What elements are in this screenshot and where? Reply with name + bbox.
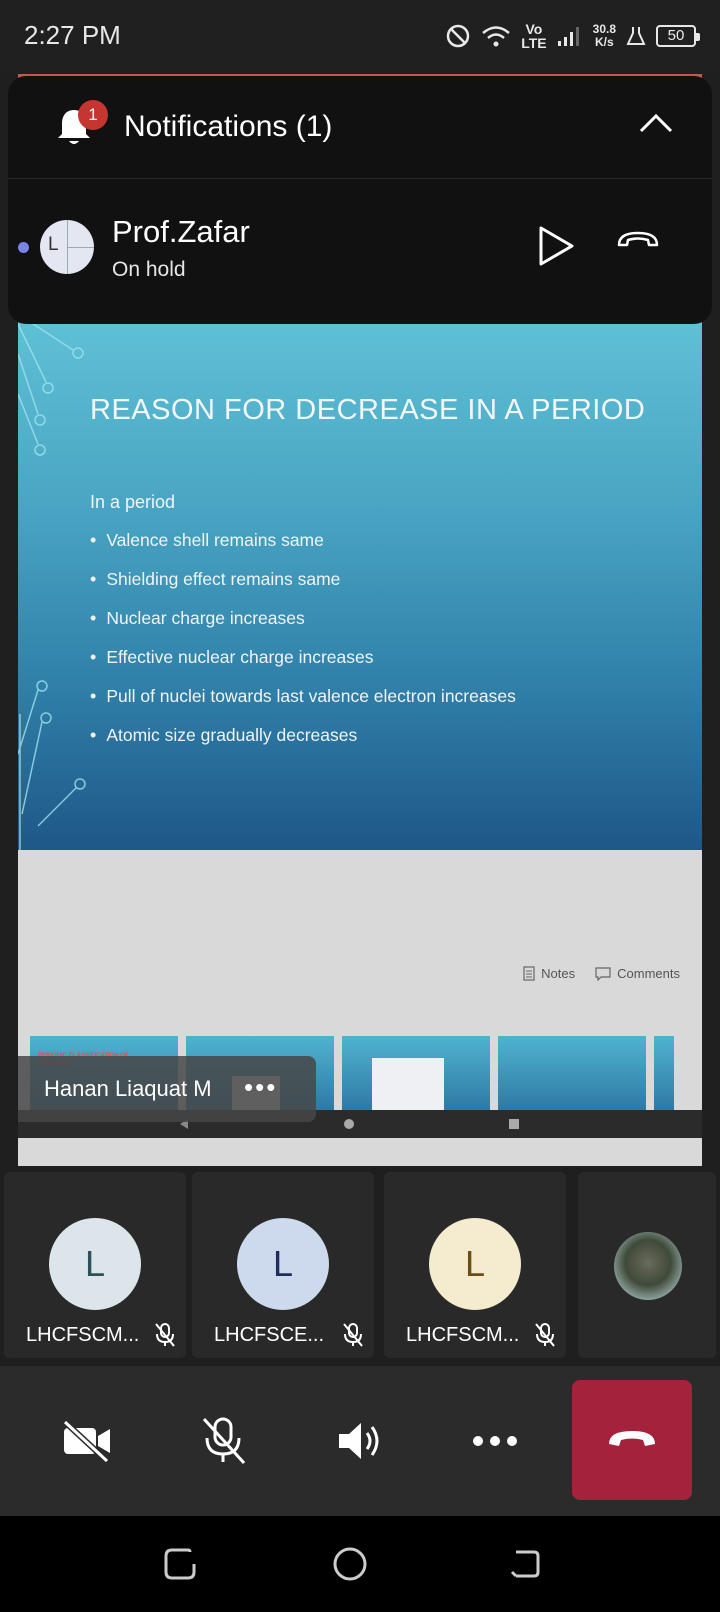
do-not-disturb-icon — [446, 24, 470, 48]
ppt-toolbar: Notes Comments — [523, 966, 680, 981]
home-circle-icon — [344, 1119, 354, 1129]
slide-bullet-list: Valence shell remains same Shielding eff… — [90, 530, 516, 764]
recent-apps-icon[interactable] — [160, 1544, 200, 1584]
flask-icon — [626, 27, 646, 45]
comments-label: Comments — [617, 966, 680, 981]
resume-call-play-icon[interactable] — [536, 224, 576, 268]
back-icon[interactable] — [504, 1544, 544, 1584]
held-call-name: Prof.Zafar — [112, 214, 250, 249]
participant-strip: L LHCFSCM... L LHCFSCE... L LHCFSCM... — [0, 1172, 720, 1362]
home-icon[interactable] — [330, 1544, 370, 1584]
unread-dot — [18, 242, 29, 253]
speaker-icon — [339, 1423, 379, 1459]
participant-tile[interactable]: L LHCFSCM... — [384, 1172, 566, 1358]
participant-tile-self[interactable] — [578, 1172, 716, 1358]
participant-avatar: L — [429, 1218, 521, 1310]
slide-bullet: Nuclear charge increases — [90, 608, 516, 647]
divider — [8, 178, 712, 179]
more-options-button[interactable] — [430, 1366, 560, 1516]
held-call-status: On hold — [112, 258, 186, 281]
signal-icon — [557, 27, 579, 46]
notifications-title: Notifications (1) — [124, 110, 333, 143]
participant-avatar: L — [237, 1218, 329, 1310]
recents-square-icon — [509, 1119, 519, 1129]
comment-icon — [595, 966, 611, 981]
end-held-call-icon[interactable] — [616, 228, 660, 252]
battery-indicator: 50 — [656, 25, 700, 47]
participant-avatar: L — [49, 1218, 141, 1310]
avatar: L — [40, 220, 94, 274]
participant-tile[interactable]: L LHCFSCE... — [192, 1172, 374, 1358]
speaker-button[interactable] — [295, 1366, 425, 1516]
mic-muted-icon — [343, 1323, 363, 1347]
participant-name: LHCFSCM... — [406, 1324, 520, 1346]
participant-tile[interactable]: L LHCFSCM... — [4, 1172, 186, 1358]
hang-up-button[interactable] — [572, 1380, 692, 1500]
mic-muted-icon — [535, 1323, 555, 1347]
status-icons: Vo LTE 30.8 K/s 50 — [445, 18, 700, 54]
slide-bullet: Effective nuclear charge increases — [90, 647, 516, 686]
notification-count-badge: 1 — [78, 100, 108, 130]
self-video-avatar — [614, 1232, 682, 1300]
system-navigation-bar — [0, 1516, 720, 1612]
participant-name: LHCFSCM... — [26, 1324, 140, 1346]
slide-title: REASON FOR DECREASE IN A PERIOD — [90, 394, 646, 426]
call-controls — [0, 1366, 720, 1516]
presenter-name: Hanan Liaquat M — [44, 1076, 212, 1101]
presenter-label: Hanan Liaquat M ••• — [18, 1056, 316, 1122]
wifi-icon — [482, 26, 511, 47]
mic-muted-icon — [155, 1323, 175, 1347]
notes-button: Notes — [523, 966, 575, 981]
status-time: 2:27 PM — [24, 20, 121, 50]
thumbnail-periodic-table — [372, 1058, 444, 1116]
camera-toggle-button[interactable] — [22, 1366, 152, 1516]
slide-intro: In a period — [90, 492, 176, 512]
more-horizontal-icon — [473, 1436, 517, 1446]
status-bar: 2:27 PM Vo LTE 30.8 K/s 50 — [0, 0, 720, 72]
slide-bullet: Atomic size gradually decreases — [90, 725, 516, 764]
mic-off-icon — [202, 1417, 246, 1465]
notes-icon — [523, 966, 535, 981]
net-speed-unit: K/s — [594, 35, 614, 49]
presenter-more-button[interactable]: ••• — [244, 1072, 277, 1103]
chevron-up-icon[interactable] — [638, 112, 674, 134]
net-speed: 30.8 K/s — [593, 23, 616, 49]
slide-bullet: Valence shell remains same — [90, 530, 516, 569]
held-call-item[interactable]: L Prof.Zafar On hold — [8, 188, 712, 308]
presentation-slide: REASON FOR DECREASE IN A PERIOD In a per… — [18, 314, 702, 850]
slide-bullet: Pull of nuclei towards last valence elec… — [90, 686, 516, 725]
participant-name: LHCFSCE... — [214, 1324, 325, 1346]
notes-label: Notes — [541, 966, 576, 981]
camera-off-icon — [62, 1419, 110, 1463]
avatar-initial: L — [48, 234, 59, 255]
mic-toggle-button[interactable] — [158, 1366, 288, 1516]
slide-bullet: Shielding effect remains same — [90, 569, 516, 608]
volte-indicator: Vo LTE — [521, 21, 547, 51]
hang-up-icon — [609, 1431, 655, 1446]
notifications-panel: 1 Notifications (1) L Prof.Zafar On hold — [8, 76, 712, 324]
comments-button: Comments — [595, 966, 680, 981]
